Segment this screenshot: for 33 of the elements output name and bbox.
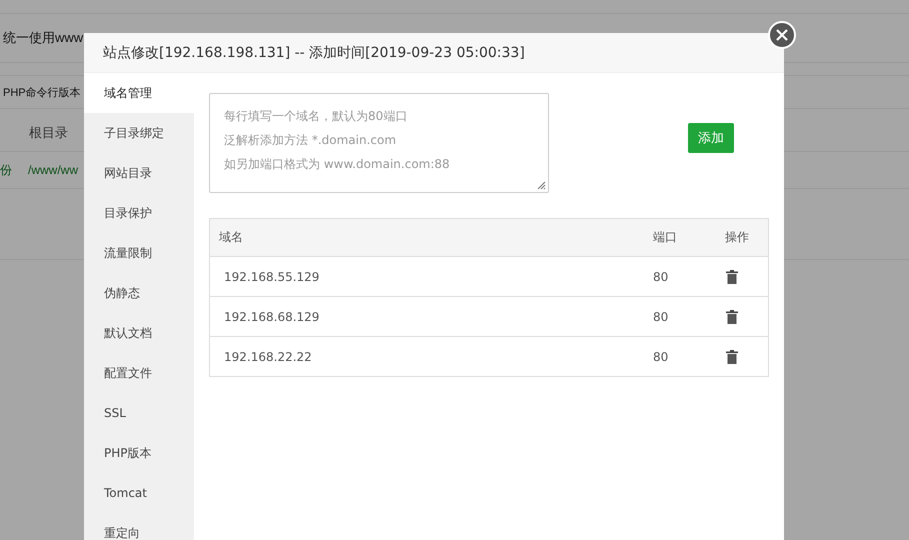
column-header: 域名: [210, 218, 652, 256]
sidebar-item[interactable]: 配置文件: [84, 353, 194, 393]
close-button[interactable]: [768, 21, 796, 49]
sidebar-item[interactable]: 重定向: [84, 513, 194, 540]
sidebar-item[interactable]: PHP版本: [84, 433, 194, 473]
notice-text: 统一使用www: [3, 29, 84, 47]
delete-icon[interactable]: [726, 350, 738, 364]
sidebar-item[interactable]: 子目录绑定: [84, 113, 194, 153]
sidebar-item[interactable]: 默认文档: [84, 313, 194, 353]
close-icon: [776, 29, 788, 41]
sidebar-item[interactable]: 域名管理: [84, 73, 194, 113]
site-path-link[interactable]: /www/ww: [28, 163, 78, 177]
resize-handle-icon[interactable]: [536, 180, 546, 190]
sidebar-item[interactable]: 伪静态: [84, 273, 194, 313]
dialog-title: 站点修改[192.168.198.131] -- 添加时间[2019-09-23 05:00:33]: [103, 44, 525, 62]
domain-cell: 192.168.22.22: [224, 350, 312, 364]
port-cell: 80: [653, 350, 668, 364]
sidebar-item[interactable]: 流量限制: [84, 233, 194, 273]
sidebar-item[interactable]: 目录保护: [84, 193, 194, 233]
column-header: 根目录: [29, 124, 68, 142]
table-cell: 份: [0, 162, 12, 178]
port-cell: 80: [653, 270, 668, 284]
sidebar-item[interactable]: 网站目录: [84, 153, 194, 193]
delete-icon[interactable]: [726, 310, 738, 324]
sidebar-item[interactable]: Tomcat: [84, 473, 194, 513]
column-header: 操作: [724, 218, 768, 256]
delete-icon[interactable]: [726, 270, 738, 284]
port-cell: 80: [653, 310, 668, 324]
domain-cell: 192.168.55.129: [224, 270, 320, 284]
column-header: 端口: [652, 218, 724, 256]
sidebar-item[interactable]: SSL: [84, 393, 194, 433]
domain-cell: 192.168.68.129: [224, 310, 320, 324]
php-cli-label: PHP命令行版本: [3, 86, 81, 100]
